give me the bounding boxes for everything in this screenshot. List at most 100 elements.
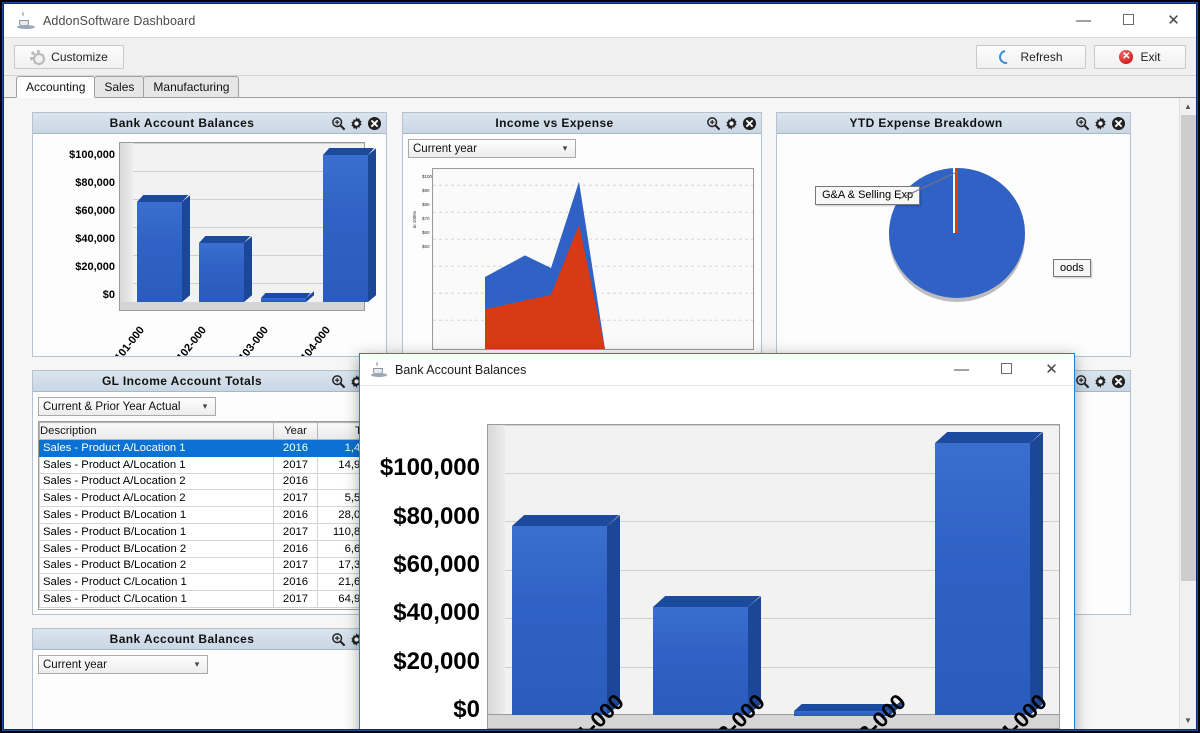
table-row[interactable]: Sales - Product A/Location 120161,483. [39,439,380,457]
y-tick-60000: $60,000 [393,551,480,578]
dashboard-area: Bank Account Balances $0 $20,000 $40,000… [4,98,1196,729]
tab-sales-label: Sales [104,80,135,94]
gl-income-table-container[interactable]: Description Year Total Sales - Product A… [38,421,381,610]
bank-account-balances-dialog: Bank Account Balances — ☐ ✕ $0 $20,000 $… [359,353,1075,729]
cell-description: Sales - Product B/Location 2 [39,556,274,575]
panel-ytd-expense-breakdown-tools [1075,116,1130,131]
bank-balances-lower-period-select[interactable]: Current year ▾ [38,655,208,674]
cell-year: 2016 [273,573,318,592]
panel-gl-income-account-totals: GL Income Account Totals Current & Prior… [32,370,387,615]
income-expense-period-select[interactable]: Current year ▾ [408,139,576,158]
bank-balances-lower-period-value: Current year [43,658,107,671]
bar-103-000 [261,291,314,302]
zoom-in-icon[interactable] [1075,374,1090,389]
close-icon[interactable] [1111,116,1126,131]
customize-button-label: Customize [51,49,108,64]
dialog-close-button[interactable]: ✕ [1029,353,1074,386]
panel-ytd-expense-breakdown-body: G&A & Selling Exp oods [777,134,1130,356]
y-tick-60000: $60,000 [75,205,115,217]
zoom-in-icon[interactable] [706,116,721,131]
cell-year: 2017 [273,455,318,474]
exit-button[interactable]: ✕ Exit [1094,44,1186,69]
table-row[interactable]: Sales - Product B/Location 1 2017 110,832. [39,522,380,541]
y-tick-100000: $100,000 [69,149,115,161]
bar-102-000 [199,236,252,302]
window-maximize-button[interactable]: ☐ [1106,4,1151,37]
main-toolbar: Customize Refresh ✕ Exit [4,38,1196,76]
panel-gl-income-account-totals-body: Current & Prior Year Actual ▾ Descriptio… [33,392,386,614]
income-expense-chart: $100 $90 $80 $70 $60 $50 in 1000s [408,166,756,352]
column-header-description[interactable]: Description [39,422,274,440]
tab-strip: Accounting Sales Manufacturing [4,76,1196,98]
panel-ytd-expense-breakdown: YTD Expense Breakdown G&A & Selling Exp … [776,112,1131,357]
app-cup-icon [17,11,35,30]
table-row[interactable]: Sales - Product B/Location 2 2017 17,325. [39,556,380,575]
table-row[interactable]: Sales - Product B/Location 220166,612. [39,539,380,558]
refresh-button[interactable]: Refresh [976,44,1086,69]
gl-income-period-select[interactable]: Current & Prior Year Actual ▾ [38,397,216,416]
table-row[interactable]: Sales - Product C/Location 1 2017 64,948. [39,590,380,608]
gear-icon[interactable] [1093,116,1108,131]
panel-income-vs-expense-header: Income vs Expense [403,113,761,134]
close-icon[interactable] [742,116,757,131]
dialog-maximize-button[interactable]: ☐ [984,353,1029,386]
scrollbar-thumb[interactable] [1180,115,1196,581]
close-icon[interactable] [367,116,382,131]
zoom-in-icon[interactable] [331,374,346,389]
column-header-year[interactable]: Year [273,422,318,440]
table-row[interactable]: Sales - Product C/Location 1 2016 21,643. [39,573,380,592]
gear-icon[interactable] [1093,374,1108,389]
bank-balances-mini-chart: $0 $20,000 $40,000 $60,000 $80,000 $100,… [33,134,386,356]
close-icon[interactable] [1111,374,1126,389]
gear-icon[interactable] [724,116,739,131]
pie-label-ga-selling-exp: G&A & Selling Exp [815,186,921,205]
income-expense-plot [432,168,754,350]
gl-income-period-value: Current & Prior Year Actual [43,400,181,413]
zoom-in-icon[interactable] [331,116,346,131]
chevron-down-icon: ▾ [562,143,568,153]
cell-year: 2016 [273,539,318,558]
x-label-102-000: 102-000 [174,324,209,356]
table-row[interactable]: Sales - Product A/Location 220175,571. [39,489,380,508]
dialog-minimize-button[interactable]: — [939,353,984,386]
gear-icon[interactable] [349,116,364,131]
tab-manufacturing-label: Manufacturing [153,80,230,94]
dialog-title: Bank Account Balances [395,362,527,377]
panel-bank-account-balances: Bank Account Balances $0 $20,000 $40,000… [32,112,387,357]
cell-year: 2016 [273,472,318,491]
scroll-up-arrow-icon[interactable]: ▲ [1180,98,1197,115]
panel-ytd-expense-breakdown-title: YTD Expense Breakdown [849,116,1003,130]
panel-bank-account-balances-tools [331,116,386,131]
table-row[interactable]: Sales - Product A/Location 2201646. [39,472,380,491]
tab-manufacturing[interactable]: Manufacturing [143,76,240,97]
customize-button[interactable]: Customize [14,44,124,69]
cell-description: Sales - Product A/Location 2 [39,472,274,491]
tab-sales[interactable]: Sales [94,76,145,97]
y-tick-20000: $20,000 [75,261,115,273]
bank-balances-large-chart: $0 $20,000 $40,000 $60,000 $80,000 $100,… [360,386,1074,729]
zoom-in-icon[interactable] [1075,116,1090,131]
dialog-titlebar[interactable]: Bank Account Balances — ☐ ✕ [360,354,1074,386]
table-row[interactable]: Sales - Product A/Location 1 2017 14,933. [39,455,380,474]
tab-accounting[interactable]: Accounting [16,76,96,98]
scroll-down-arrow-icon[interactable]: ▼ [1180,712,1197,729]
cell-year: 2017 [273,590,318,608]
pie-label-cost-of-goods: oods [1053,259,1091,277]
cell-year: 2016 [273,439,318,457]
cell-description: Sales - Product B/Location 1 [39,522,274,541]
table-row[interactable]: Sales - Product B/Location 1 2016 28,072. [39,506,380,524]
panel-right-lower-tools [1075,374,1130,389]
window-title: AddonSoftware Dashboard [43,13,196,28]
toolbar-right-group: Refresh ✕ Exit [976,44,1186,69]
pie-slice-small-red [955,168,958,233]
window-minimize-button[interactable]: — [1061,4,1106,37]
scrollbar-track[interactable] [1180,115,1197,712]
cell-year: 2017 [273,522,318,541]
zoom-in-icon[interactable] [331,632,346,647]
panel-bank-account-balances-lower-title: Bank Account Balances [109,632,255,646]
dashboard-vertical-scrollbar[interactable]: ▲ ▼ [1179,98,1196,729]
bar-101-000 [137,195,190,302]
panel-income-vs-expense-tools [706,116,761,131]
y-tick-0: $0 [102,289,115,301]
window-close-button[interactable]: ✕ [1151,4,1196,37]
